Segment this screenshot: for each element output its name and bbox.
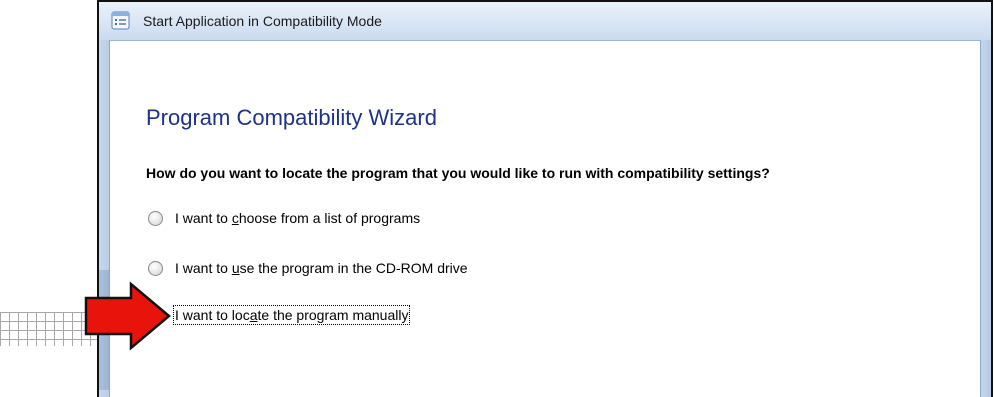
list-window-icon <box>111 11 130 30</box>
window-title: Start Application in Compatibility Mode <box>143 13 382 29</box>
red-arrow-icon <box>84 281 171 351</box>
radio-button[interactable] <box>148 210 163 226</box>
compatibility-dialog: Start Application in Compatibility Mode … <box>97 0 993 397</box>
wizard-content: Program Compatibility Wizard How do you … <box>109 41 981 397</box>
option-label: I want to use the program in the CD-ROM … <box>175 260 468 276</box>
option-label: I want to locate the program manually <box>172 305 411 325</box>
title-bar[interactable]: Start Application in Compatibility Mode <box>99 2 991 41</box>
option-cd-rom-drive[interactable]: I want to use the program in the CD-ROM … <box>148 260 468 276</box>
page-title: Program Compatibility Wizard <box>146 105 437 130</box>
option-choose-from-list[interactable]: I want to choose from a list of programs <box>148 210 420 226</box>
option-label: I want to choose from a list of programs <box>175 210 421 226</box>
wizard-question: How do you want to locate the program th… <box>146 165 770 181</box>
option-locate-manually[interactable]: I want to locate the program manually <box>148 305 411 325</box>
window-frame-right <box>981 40 991 397</box>
radio-button[interactable] <box>148 260 163 276</box>
